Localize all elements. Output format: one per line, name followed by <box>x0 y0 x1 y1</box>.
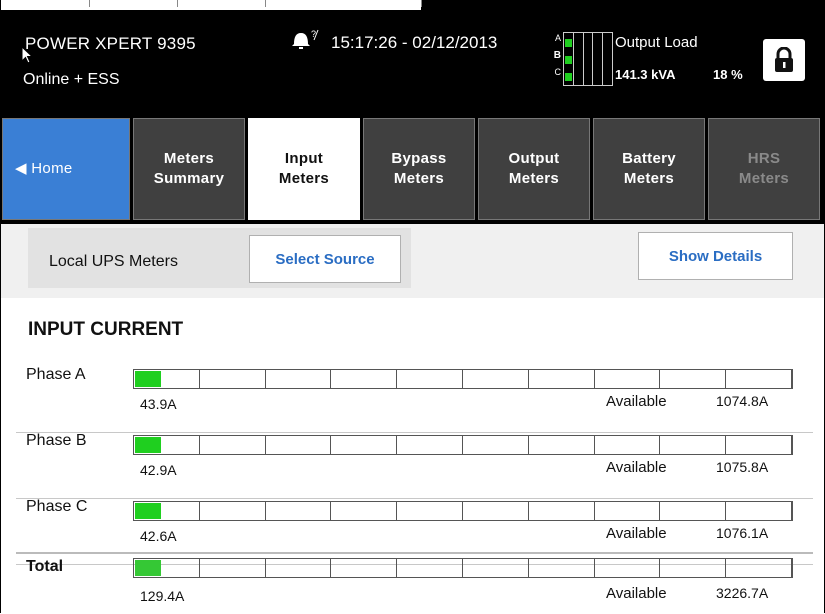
device-name: POWER XPERT 9395 <box>25 34 196 53</box>
load-bar-segment <box>593 33 604 85</box>
available-value: 1076.1A <box>716 525 769 541</box>
top-strip <box>1 0 422 10</box>
current-value: 129.4A <box>140 588 185 604</box>
phase-b-row: Phase B 42.9A Available 1075.8A <box>16 432 813 499</box>
lock-icon <box>775 47 793 72</box>
tab-label: HRS Meters <box>738 150 790 187</box>
source-toolbar: Local UPS Meters Select Source Show Deta… <box>1 224 824 298</box>
current-bar-fill <box>135 371 161 387</box>
tab-input-meters[interactable]: Input Meters <box>248 118 360 220</box>
current-bar <box>133 558 793 578</box>
tab-hrs-meters: HRS Meters <box>708 118 820 220</box>
load-bar-segment <box>564 33 574 85</box>
phase-a-row: Phase A 43.9A Available 1074.8A <box>16 366 813 433</box>
cursor-arrow-icon <box>21 46 33 64</box>
lock-button[interactable] <box>763 39 805 81</box>
input-current-panel: INPUT CURRENT Phase A 43.9A Available 10… <box>1 298 824 613</box>
output-load-title: Output Load <box>615 34 698 51</box>
show-details-button[interactable]: Show Details <box>638 232 793 280</box>
current-bar-fill <box>135 503 161 519</box>
row-label: Total <box>26 558 64 575</box>
current-bar-fill <box>135 437 161 453</box>
tab-output-meters[interactable]: Output Meters <box>478 118 590 220</box>
datetime: 15:17:26 - 02/12/2013 <box>331 33 498 52</box>
status-header: POWER XPERT 9395 Online + ESS ? 15:17:26… <box>1 0 824 116</box>
current-value: 42.9A <box>140 462 177 478</box>
available-value: 1075.8A <box>716 459 769 475</box>
home-button[interactable]: ◀ Home <box>2 118 130 220</box>
available-label: Available <box>606 525 667 542</box>
local-ups-panel: Local UPS Meters Select Source <box>28 228 411 288</box>
output-load-meter <box>563 32 613 86</box>
available-value: 1074.8A <box>716 393 769 409</box>
load-bar-segment <box>584 33 594 85</box>
current-bar <box>133 435 793 455</box>
load-bar-segment <box>574 33 584 85</box>
phase-a-label: A <box>554 33 561 43</box>
output-load-kva: 141.3 kVA <box>615 67 676 82</box>
tab-label: Input Meters <box>278 150 330 187</box>
select-source-button[interactable]: Select Source <box>249 235 401 283</box>
tab-label: Output Meters <box>508 150 560 187</box>
current-bar-fill <box>135 560 161 576</box>
home-label: ◀ Home <box>15 160 73 177</box>
tab-bypass-meters[interactable]: Bypass Meters <box>363 118 475 220</box>
current-bar <box>133 501 793 521</box>
total-row: Total 129.4A Available 3226.7A <box>16 552 813 614</box>
phase-indicator-labels: A B C <box>541 30 561 84</box>
output-load-percent: 18 % <box>713 67 743 82</box>
available-value: 3226.7A <box>716 585 769 601</box>
phase-b-label: B <box>553 50 561 61</box>
tab-label: Battery Meters <box>622 150 676 187</box>
current-value: 42.6A <box>140 528 177 544</box>
row-label: Phase A <box>26 366 86 383</box>
row-label: Phase B <box>26 432 87 449</box>
current-value: 43.9A <box>140 396 177 412</box>
available-label: Available <box>606 585 667 602</box>
current-bar <box>133 369 793 389</box>
local-ups-meters-label: Local UPS Meters <box>49 253 178 270</box>
ups-status: Online + ESS <box>23 71 120 88</box>
tab-battery-meters[interactable]: Battery Meters <box>593 118 705 220</box>
available-label: Available <box>606 459 667 476</box>
row-label: Phase C <box>26 498 88 515</box>
alarm-bell-icon[interactable]: ? <box>288 28 324 50</box>
tab-meters-summary[interactable]: Meters Summary <box>133 118 245 220</box>
load-bar-segment <box>603 33 612 85</box>
tab-label: Bypass Meters <box>391 150 447 187</box>
phase-c-label: C <box>554 67 562 77</box>
available-label: Available <box>606 393 667 410</box>
section-title: INPUT CURRENT <box>28 319 184 340</box>
tab-label: Meters Summary <box>153 150 225 187</box>
meters-tab-bar: ◀ Home Meters Summary Input Meters Bypas… <box>1 116 824 224</box>
